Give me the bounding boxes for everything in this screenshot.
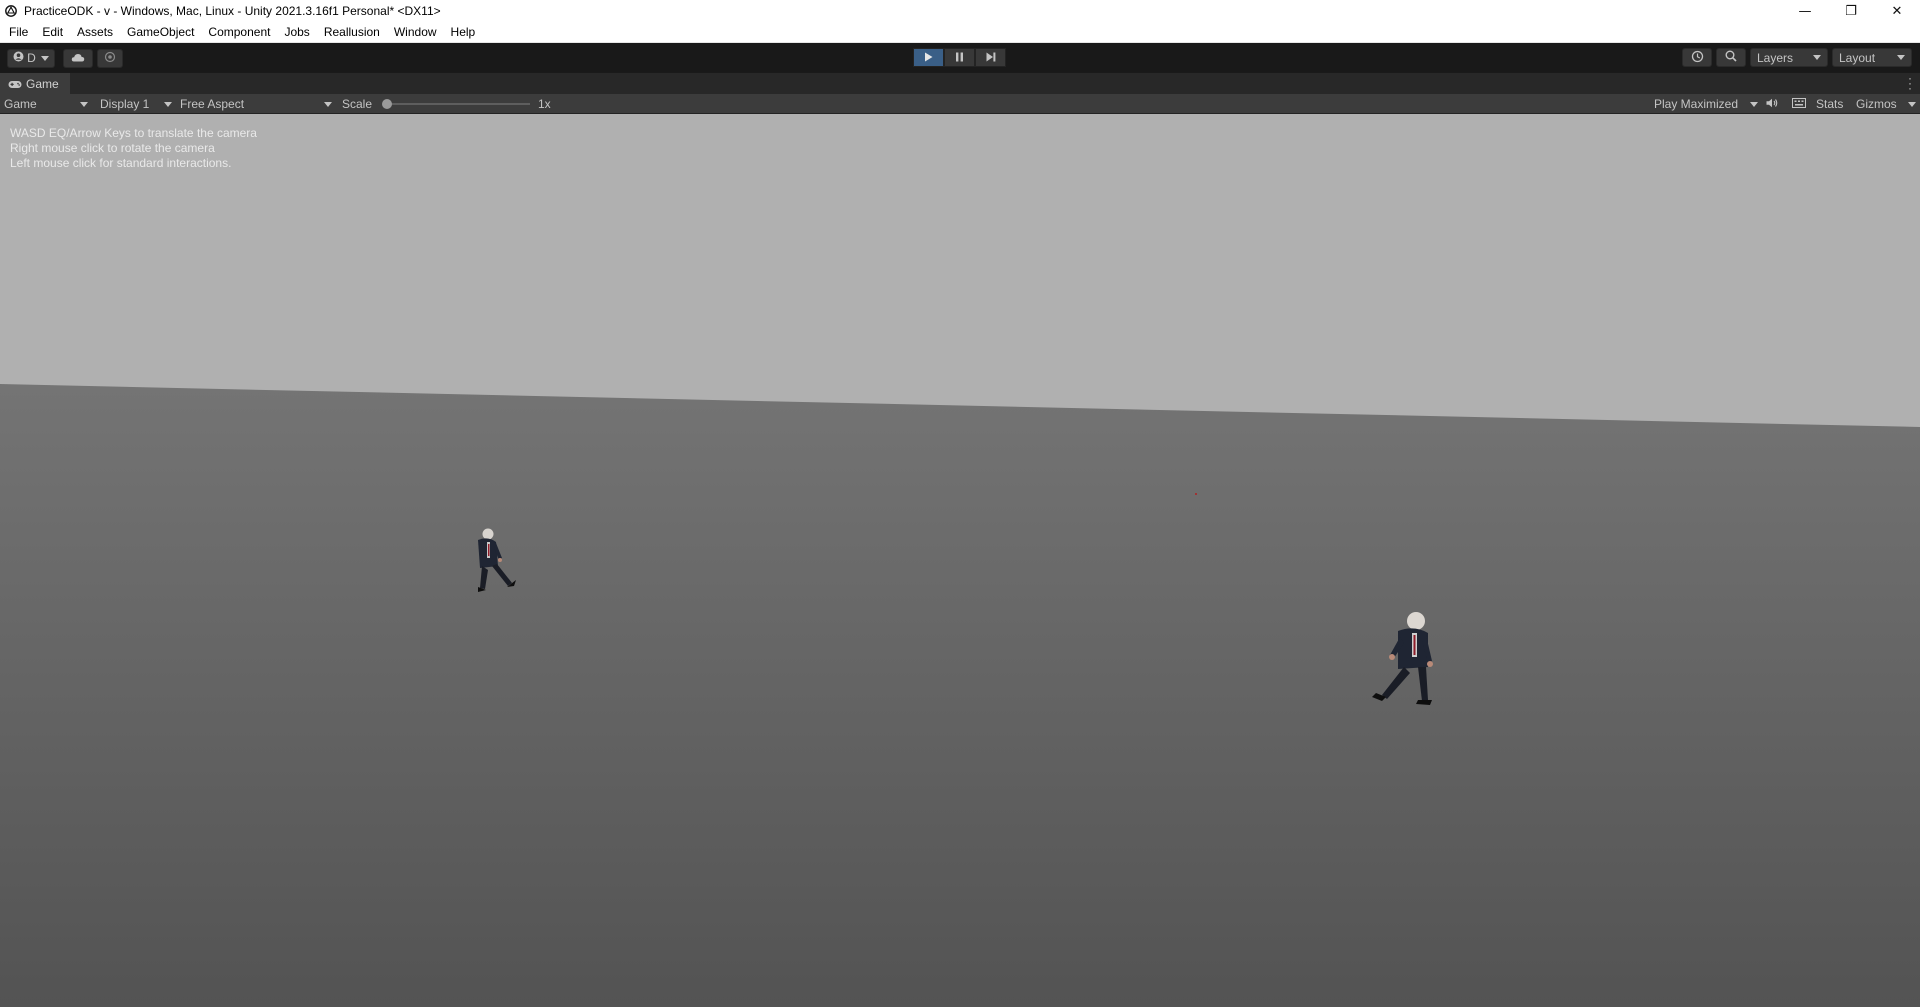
camera-help-text: WASD EQ/Arrow Keys to translate the came… [10, 126, 257, 171]
account-label: D [27, 51, 36, 65]
menu-reallusion[interactable]: Reallusion [317, 22, 387, 43]
view-mode-label: Game [4, 97, 37, 111]
main-toolbar: D Layers Layout [0, 43, 1920, 72]
game-scene [0, 114, 1920, 1007]
chevron-down-icon [80, 101, 88, 107]
close-button[interactable]: ✕ [1874, 0, 1920, 22]
scale-slider-track [382, 99, 530, 109]
ground-plane [0, 384, 1920, 1007]
menu-jobs[interactable]: Jobs [277, 22, 316, 43]
menu-help[interactable]: Help [444, 22, 483, 43]
gizmos-label: Gizmos [1856, 97, 1897, 111]
speaker-icon [1766, 97, 1778, 111]
chevron-down-icon [324, 101, 332, 107]
step-button[interactable] [975, 48, 1006, 67]
play-mode-dropdown[interactable]: Play Maximized [1654, 94, 1758, 114]
window-title-bar: PracticeODK - v - Windows, Mac, Linux - … [0, 0, 1920, 22]
cloud-icon [71, 51, 85, 65]
menu-window[interactable]: Window [387, 22, 444, 43]
play-icon [924, 49, 933, 67]
scale-slider-handle[interactable] [382, 99, 392, 109]
chevron-down-icon [1897, 55, 1905, 60]
tab-game-label: Game [26, 77, 59, 91]
game-view-toolbar: Game Display 1 Free Aspect Scale 1x Play… [0, 94, 1920, 114]
account-dropdown[interactable]: D [7, 48, 55, 68]
menu-file[interactable]: File [2, 22, 35, 43]
menu-assets[interactable]: Assets [70, 22, 120, 43]
menu-component[interactable]: Component [201, 22, 277, 43]
undo-history-button[interactable] [1682, 48, 1712, 67]
chevron-down-icon [1813, 55, 1821, 60]
display-dropdown[interactable]: Display 1 [100, 94, 172, 114]
scale-value: 1x [538, 97, 551, 111]
layers-label: Layers [1757, 50, 1794, 65]
layers-dropdown[interactable]: Layers [1750, 48, 1828, 67]
menu-edit[interactable]: Edit [35, 22, 70, 43]
search-icon [1725, 50, 1737, 65]
search-button[interactable] [1716, 48, 1746, 67]
restore-button[interactable]: ❐ [1828, 0, 1874, 22]
help-line-translate: WASD EQ/Arrow Keys to translate the came… [10, 126, 257, 140]
help-line-rotate: Right mouse click to rotate the camera [10, 141, 215, 155]
editor-tab-strip: Game · · · [0, 72, 1920, 95]
display-label: Display 1 [100, 97, 150, 111]
scale-label: Scale [342, 97, 373, 111]
unity-logo-icon [4, 4, 18, 18]
play-button[interactable] [913, 48, 944, 67]
pause-button[interactable] [944, 48, 975, 67]
view-mode-dropdown[interactable]: Game [4, 94, 88, 114]
layout-label: Layout [1839, 50, 1876, 65]
mute-audio-button[interactable] [1766, 94, 1778, 114]
gamepad-icon [8, 80, 22, 89]
chevron-down-icon [40, 55, 49, 61]
target-marker [1195, 493, 1197, 495]
keyboard-icon [1792, 97, 1806, 111]
history-icon [1691, 50, 1704, 66]
play-mode-label: Play Maximized [1654, 97, 1739, 111]
scale-slider[interactable] [382, 94, 530, 114]
minimize-button[interactable]: — [1782, 0, 1828, 22]
layout-dropdown[interactable]: Layout [1832, 48, 1912, 67]
help-line-interact: Left mouse click for standard interactio… [10, 156, 232, 170]
pause-icon [955, 49, 964, 67]
window-title: PracticeODK - v - Windows, Mac, Linux - … [24, 4, 441, 18]
game-viewport[interactable]: WASD EQ/Arrow Keys to translate the came… [0, 114, 1920, 1007]
menu-bar: File Edit Assets GameObject Component Jo… [0, 22, 1920, 43]
collab-button[interactable] [97, 48, 123, 68]
playback-controls [913, 48, 1006, 67]
tab-game[interactable]: Game [0, 73, 70, 95]
account-icon [13, 51, 24, 65]
more-options-icon[interactable]: · · · [1908, 72, 1912, 94]
chevron-down-icon [1908, 101, 1916, 107]
gizmos-dropdown[interactable]: Gizmos [1856, 94, 1916, 114]
stats-button[interactable]: Stats [1816, 94, 1843, 114]
step-icon [986, 49, 996, 67]
aspect-label: Free Aspect [180, 97, 245, 111]
collab-icon [104, 51, 116, 66]
menu-gameobject[interactable]: GameObject [120, 22, 201, 43]
chevron-down-icon [164, 101, 172, 107]
aspect-dropdown[interactable]: Free Aspect [180, 94, 332, 114]
chevron-down-icon [1750, 101, 1758, 107]
cloud-button[interactable] [63, 48, 93, 68]
keyboard-shortcuts-button[interactable] [1792, 94, 1806, 114]
